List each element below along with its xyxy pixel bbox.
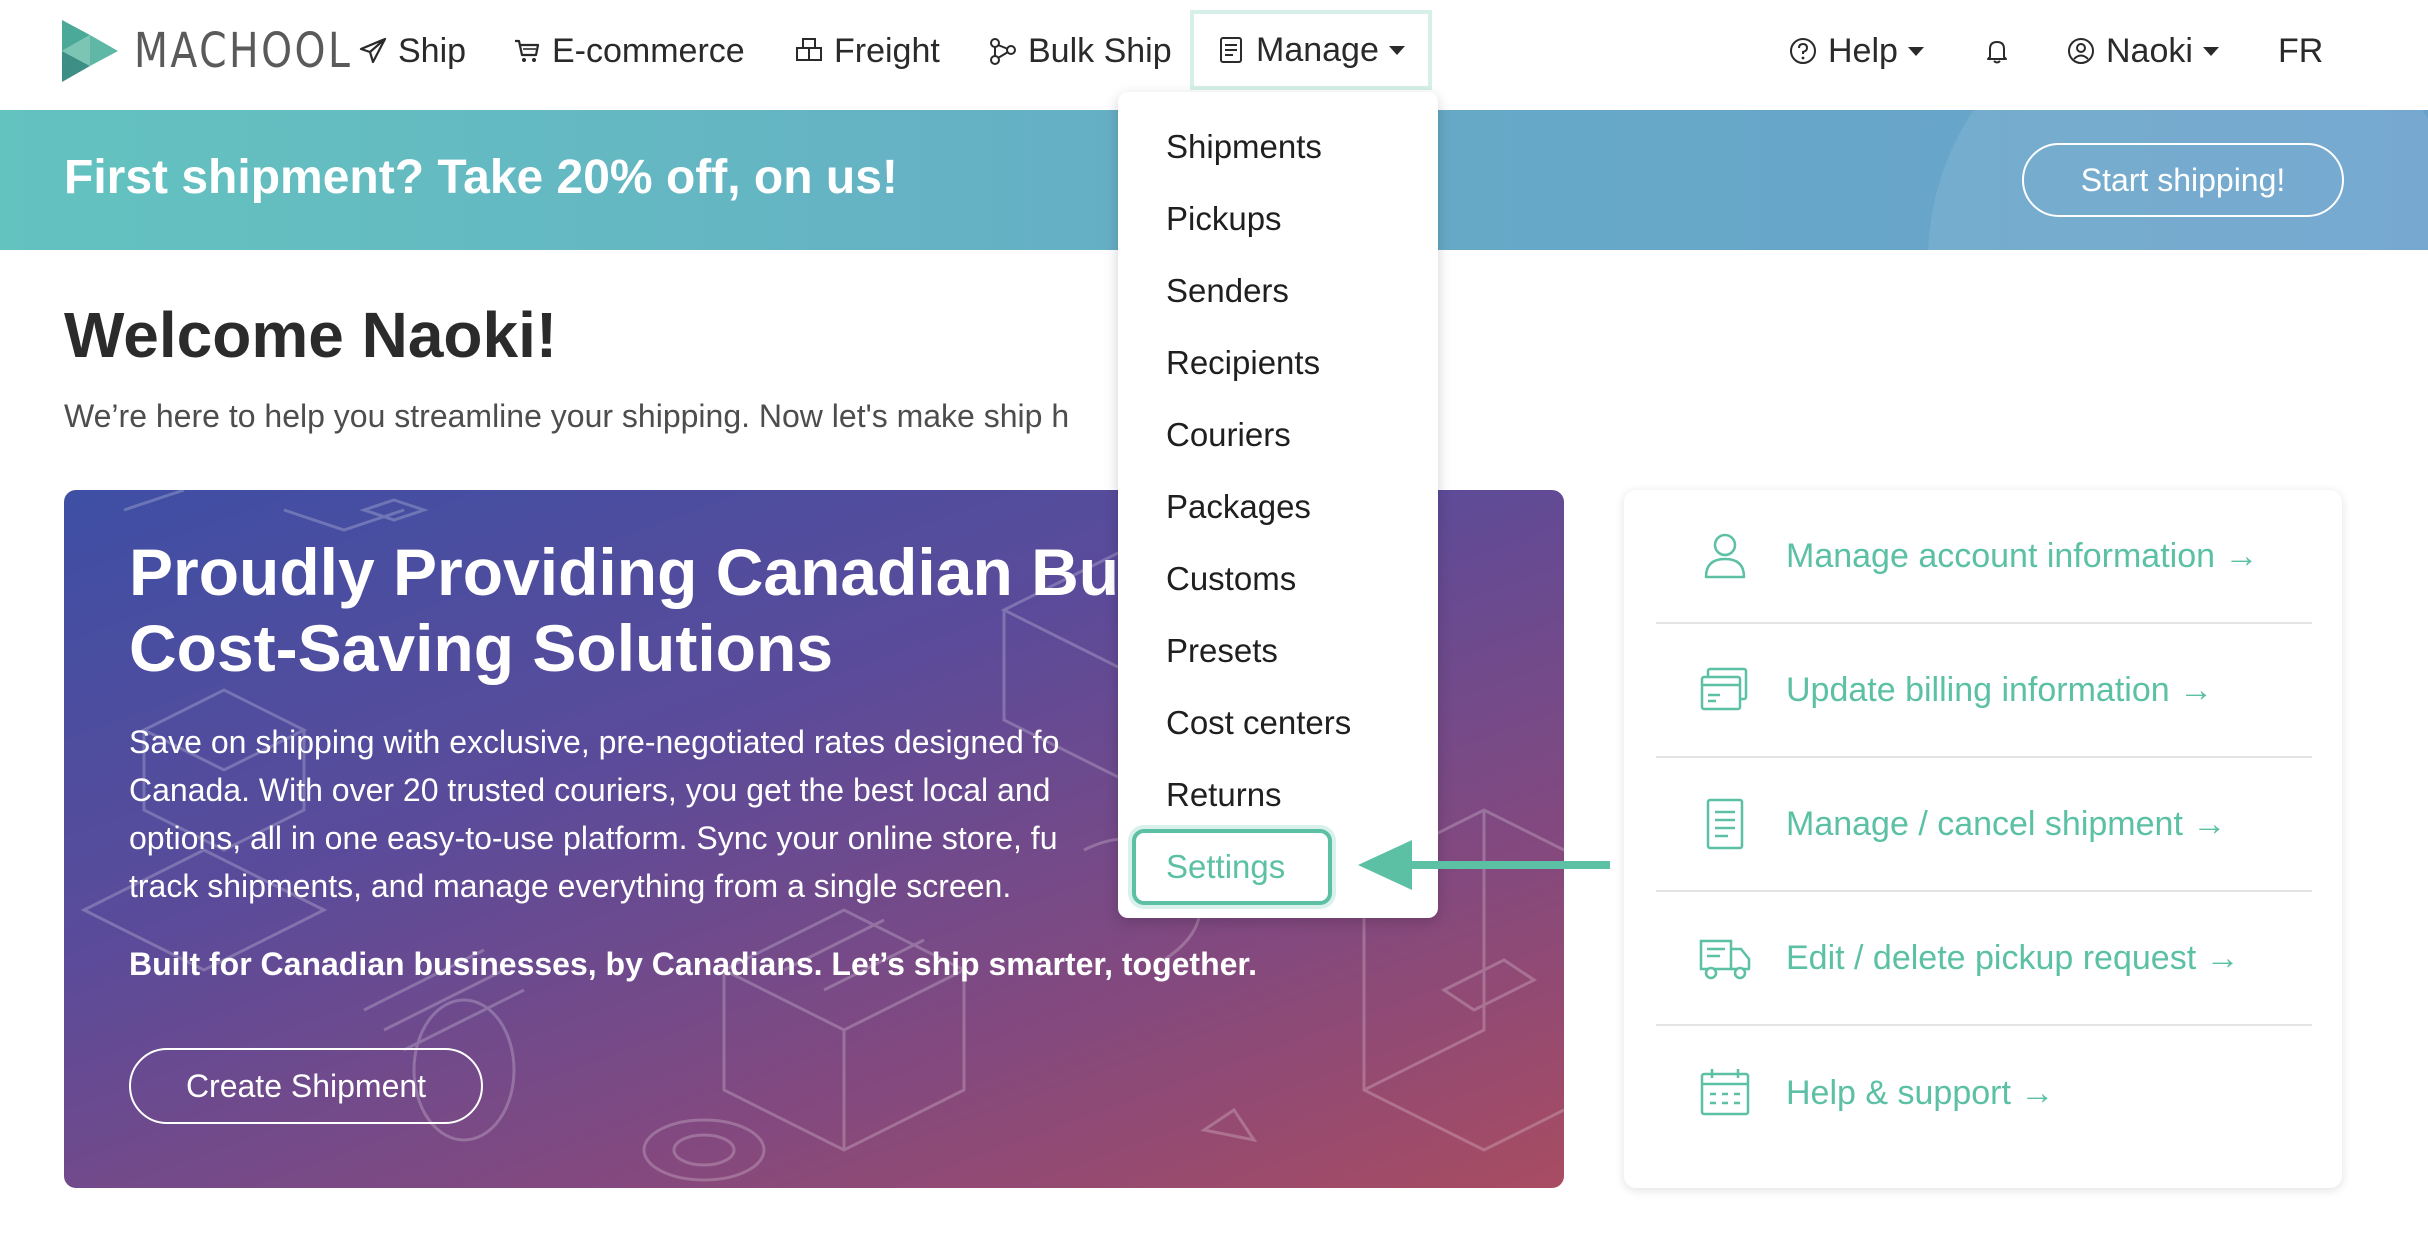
chevron-down-icon [1907, 46, 1924, 56]
update-billing-link[interactable]: Update billing information → [1656, 624, 2312, 758]
menu-item-pickups[interactable]: Pickups [1166, 194, 1282, 244]
menu-item-senders[interactable]: Senders [1166, 266, 1289, 316]
manage-shipment-link[interactable]: Manage / cancel shipment → [1656, 758, 2312, 892]
page-subtitle: We’re here to help you streamline your s… [64, 398, 1070, 434]
manage-account-link[interactable]: Manage account information → [1656, 490, 2312, 624]
nav-bulk-ship-label: Bulk Ship [1028, 31, 1172, 70]
nav-ship-label: Ship [398, 31, 467, 70]
menu-item-packages[interactable]: Packages [1166, 482, 1311, 532]
nav-manage-label: Manage [1256, 30, 1379, 69]
hero-description-line: options, all in one easy-to-use platform… [129, 820, 1058, 856]
nav-ship[interactable]: Ship [358, 20, 466, 82]
edit-pickup-link[interactable]: Edit / delete pickup request → [1656, 892, 2312, 1026]
start-shipping-button[interactable]: Start shipping! [2022, 143, 2344, 217]
quick-links-card: Manage account information → Update bill… [1624, 490, 2342, 1188]
nav-freight-label: Freight [834, 31, 940, 70]
user-circle-icon [2068, 38, 2094, 64]
brand-name: MACHOOL [134, 23, 353, 79]
document-icon [1706, 798, 1744, 850]
billing-icon [1700, 667, 1748, 711]
help-support-link[interactable]: Help & support → [1656, 1026, 2312, 1160]
nav-ecommerce[interactable]: E-commerce [512, 20, 745, 82]
clipboard-list-icon [1220, 37, 1242, 63]
manage-shipment-label: Manage / cancel shipment → [1786, 804, 2227, 843]
update-billing-label: Update billing information → [1786, 670, 2214, 709]
menu-item-customs[interactable]: Customs [1166, 554, 1296, 604]
logo-mark-icon [62, 20, 118, 82]
nav-help-label: Help [1828, 31, 1898, 70]
user-icon [1704, 533, 1746, 579]
cart-icon [515, 39, 540, 62]
bell-icon [1987, 41, 2007, 64]
menu-item-shipments[interactable]: Shipments [1166, 122, 1322, 172]
manage-account-label: Manage account information → [1786, 536, 2259, 575]
network-icon [990, 38, 1016, 65]
machool-logo[interactable]: MACHOOL [62, 20, 400, 82]
nav-help[interactable]: Help [1788, 20, 1924, 82]
nav-ecommerce-label: E-commerce [552, 31, 745, 70]
nav-freight[interactable]: Freight [794, 20, 940, 82]
callout-arrow-icon [1358, 840, 1610, 890]
hero-tagline: Built for Canadian businesses, by Canadi… [129, 946, 1257, 982]
nav-bulk-ship[interactable]: Bulk Ship [988, 20, 1172, 82]
nav-user-menu[interactable]: Naoki [2066, 20, 2219, 82]
language-toggle[interactable]: FR [2278, 20, 2323, 82]
menu-item-returns[interactable]: Returns [1166, 770, 1282, 820]
edit-pickup-label: Edit / delete pickup request → [1786, 938, 2240, 977]
boxes-icon [796, 38, 822, 61]
chevron-down-icon [2202, 46, 2219, 56]
notifications-button[interactable] [1982, 20, 2022, 82]
calendar-icon [1700, 1069, 1750, 1116]
paper-plane-icon [359, 37, 387, 64]
menu-item-recipients[interactable]: Recipients [1166, 338, 1320, 388]
create-shipment-button[interactable]: Create Shipment [129, 1048, 483, 1124]
menu-item-presets[interactable]: Presets [1166, 626, 1278, 676]
page-title: Welcome Naoki! [64, 299, 558, 371]
question-circle-icon [1790, 38, 1816, 64]
promo-text: First shipment? Take 20% off, on us! [64, 151, 898, 204]
nav-manage[interactable]: Manage [1190, 10, 1432, 90]
menu-item-couriers[interactable]: Couriers [1166, 410, 1291, 460]
help-support-label: Help & support → [1786, 1073, 2055, 1112]
truck-icon [1699, 939, 1751, 980]
chevron-down-icon [1388, 45, 1405, 55]
menu-item-settings[interactable]: Settings [1132, 829, 1332, 905]
nav-user-label: Naoki [2106, 31, 2193, 70]
manage-dropdown-menu: Shipments Pickups Senders Recipients Cou… [1118, 92, 1438, 918]
menu-item-cost-centers[interactable]: Cost centers [1166, 698, 1351, 748]
